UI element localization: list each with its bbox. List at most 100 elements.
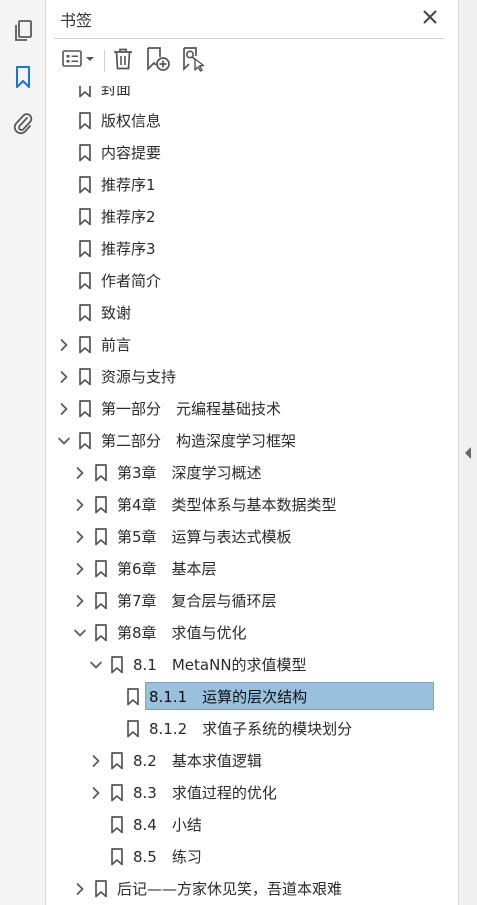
bookmark-label: 第二部分 构造深度学习框架 bbox=[101, 432, 297, 450]
options-menu-button[interactable] bbox=[60, 47, 98, 75]
bookmark-row[interactable]: 封面 bbox=[46, 86, 436, 105]
bookmark-label: 前言 bbox=[101, 336, 132, 354]
bookmark-search-button[interactable] bbox=[180, 47, 208, 75]
bookmark-label: 作者简介 bbox=[101, 272, 162, 290]
attachments-panel-button[interactable] bbox=[8, 108, 38, 138]
bookmark-row[interactable]: 8.1.2 求值子系统的模块划分 bbox=[46, 713, 436, 745]
bookmark-label: 第3章 深度学习概述 bbox=[117, 464, 262, 482]
bookmark-icon bbox=[78, 86, 92, 98]
bookmark-icon bbox=[94, 880, 108, 898]
panel-title: 书签 bbox=[60, 11, 93, 30]
chevron-down-icon[interactable] bbox=[86, 655, 106, 675]
bookmark-row[interactable]: 致谢 bbox=[46, 297, 436, 329]
bookmark-row[interactable]: 推荐序2 bbox=[46, 201, 436, 233]
bookmark-icon bbox=[94, 560, 108, 578]
bookmark-label: 8.5 练习 bbox=[133, 848, 202, 866]
bookmark-label: 8.1 MetaNN的求值模型 bbox=[133, 656, 307, 674]
bookmark-icon bbox=[110, 816, 124, 834]
close-panel-button[interactable] bbox=[418, 6, 442, 30]
delete-icon bbox=[112, 47, 134, 75]
bookmark-row[interactable]: 第6章 基本层 bbox=[46, 553, 436, 585]
bookmark-row[interactable]: 第二部分 构造深度学习框架 bbox=[46, 425, 436, 457]
bookmark-row[interactable]: 推荐序3 bbox=[46, 233, 436, 265]
new-bookmark-button[interactable] bbox=[144, 47, 172, 75]
bookmark-icon bbox=[94, 624, 108, 642]
bookmark-row[interactable]: 8.1.1 运算的层次结构 bbox=[46, 681, 436, 713]
attachment-icon bbox=[12, 111, 34, 135]
bookmark-icon bbox=[78, 336, 92, 354]
bookmark-icon bbox=[78, 240, 92, 258]
bookmark-label: 第5章 运算与表达式模板 bbox=[117, 528, 292, 546]
bookmark-row[interactable]: 第3章 深度学习概述 bbox=[46, 457, 436, 489]
navigation-rail bbox=[0, 0, 46, 905]
bookmark-row[interactable]: 第一部分 元编程基础技术 bbox=[46, 393, 436, 425]
bookmark-icon bbox=[94, 592, 108, 610]
chevron-right-icon[interactable] bbox=[70, 559, 90, 579]
bookmark-icon bbox=[78, 272, 92, 290]
collapse-arrow-icon[interactable] bbox=[463, 445, 473, 461]
bookmark-row[interactable]: 8.3 求值过程的优化 bbox=[46, 777, 436, 809]
pages-panel-button[interactable] bbox=[8, 16, 38, 46]
bookmark-row[interactable]: 推荐序1 bbox=[46, 169, 436, 201]
bookmark-icon bbox=[110, 784, 124, 802]
panel-header: 书签 bbox=[46, 0, 458, 38]
bookmark-label: 8.1.2 求值子系统的模块划分 bbox=[149, 720, 353, 738]
panel-splitter[interactable] bbox=[458, 0, 477, 905]
chevron-right-icon[interactable] bbox=[54, 399, 74, 419]
bookmark-icon bbox=[94, 496, 108, 514]
bookmark-icon bbox=[78, 304, 92, 322]
bookmark-icon bbox=[78, 208, 92, 226]
bookmark-icon bbox=[78, 432, 92, 450]
bookmark-row[interactable]: 第5章 运算与表达式模板 bbox=[46, 521, 436, 553]
chevron-right-icon[interactable] bbox=[54, 335, 74, 355]
bookmark-label: 第一部分 元编程基础技术 bbox=[101, 400, 282, 418]
bookmark-row[interactable]: 作者简介 bbox=[46, 265, 436, 297]
bookmark-icon bbox=[126, 688, 140, 706]
bookmark-row[interactable]: 第7章 复合层与循环层 bbox=[46, 585, 436, 617]
pages-icon bbox=[12, 19, 34, 43]
chevron-right-icon[interactable] bbox=[70, 495, 90, 515]
bookmark-tree: 封面 版权信息 内容提要 推荐序1 推荐序2 推荐序3 作者简介致谢前言资源与支持第一部分 … bbox=[46, 86, 436, 905]
bookmark-label: 8.2 基本求值逻辑 bbox=[133, 752, 262, 770]
bookmark-row[interactable]: 第4章 类型体系与基本数据类型 bbox=[46, 489, 436, 521]
bookmark-icon bbox=[110, 656, 124, 674]
chevron-right-icon[interactable] bbox=[70, 527, 90, 547]
chevron-right-icon[interactable] bbox=[86, 783, 106, 803]
bookmark-icon bbox=[94, 464, 108, 482]
bookmark-label: 资源与支持 bbox=[101, 368, 177, 386]
bookmark-row[interactable]: 资源与支持 bbox=[46, 361, 436, 393]
bookmark-row[interactable]: 8.4 小结 bbox=[46, 809, 436, 841]
bookmark-label: 8.3 求值过程的优化 bbox=[133, 784, 277, 802]
bookmark-icon bbox=[78, 400, 92, 418]
bookmark-label: 推荐序2 bbox=[101, 208, 156, 226]
bookmark-row[interactable]: 8.2 基本求值逻辑 bbox=[46, 745, 436, 777]
bookmark-label: 致谢 bbox=[101, 304, 132, 322]
bookmark-row[interactable]: 8.1 MetaNN的求值模型 bbox=[46, 649, 436, 681]
bookmark-label: 第7章 复合层与循环层 bbox=[117, 592, 277, 610]
toolbar-separator bbox=[104, 50, 105, 72]
options-menu-icon bbox=[61, 49, 97, 73]
bookmark-icon bbox=[126, 720, 140, 738]
bookmark-label: 推荐序3 bbox=[101, 240, 156, 258]
chevron-down-icon[interactable] bbox=[70, 623, 90, 643]
chevron-right-icon[interactable] bbox=[54, 367, 74, 387]
bookmark-row[interactable]: 8.5 练习 bbox=[46, 841, 436, 873]
bookmark-label: 8.1.1 运算的层次结构 bbox=[149, 688, 308, 706]
bookmark-label: 第4章 类型体系与基本数据类型 bbox=[117, 496, 337, 514]
bookmark-icon bbox=[78, 112, 92, 130]
chevron-right-icon[interactable] bbox=[86, 751, 106, 771]
bookmark-search-icon bbox=[181, 46, 207, 76]
bookmark-row[interactable]: 前言 bbox=[46, 329, 436, 361]
bookmark-row[interactable]: 第8章 求值与优化 bbox=[46, 617, 436, 649]
chevron-right-icon[interactable] bbox=[70, 591, 90, 611]
bookmarks-panel-button[interactable] bbox=[8, 62, 38, 92]
delete-bookmark-button[interactable] bbox=[110, 47, 136, 75]
bookmark-row[interactable]: 版权信息 bbox=[46, 105, 436, 137]
chevron-right-icon[interactable] bbox=[70, 879, 90, 899]
bookmark-icon bbox=[78, 144, 92, 162]
new-bookmark-icon bbox=[145, 46, 171, 76]
chevron-right-icon[interactable] bbox=[70, 463, 90, 483]
chevron-down-icon[interactable] bbox=[54, 431, 74, 451]
bookmark-row[interactable]: 后记——方家休见笑，吾道本艰难 bbox=[46, 873, 436, 905]
bookmark-row[interactable]: 内容提要 bbox=[46, 137, 436, 169]
